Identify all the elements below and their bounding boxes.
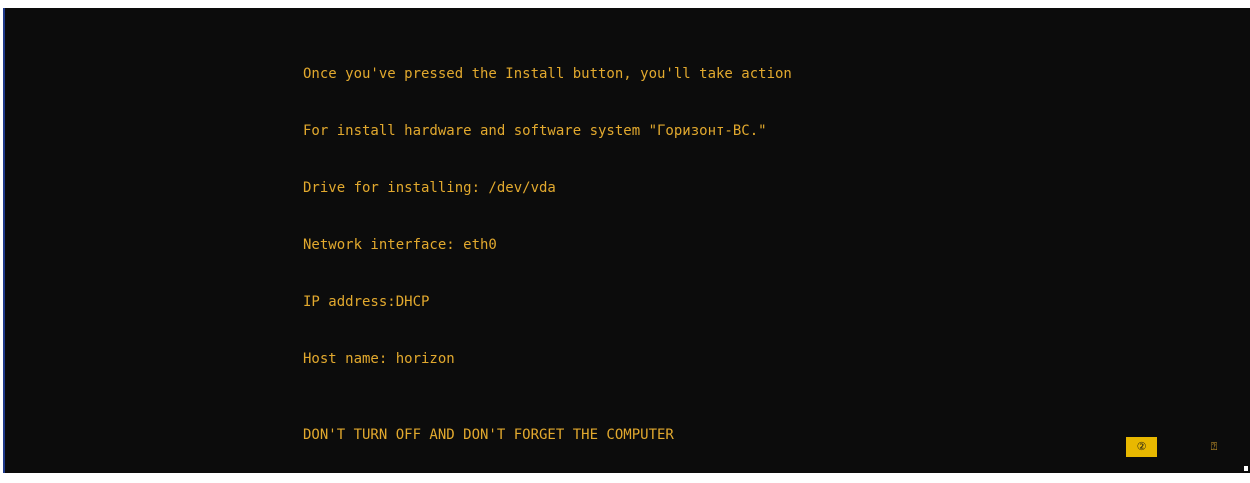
info-line-system-name: For install hardware and software system… bbox=[303, 123, 767, 139]
info-line-drive: Drive for installing: /dev/vda bbox=[303, 180, 556, 196]
unknown-glyph-button[interactable]: ⍰ bbox=[1206, 437, 1222, 457]
info-line-ip-address: IP address:DHCP bbox=[303, 294, 430, 310]
info-line-host-name: Host name: horizon bbox=[303, 351, 455, 367]
console-window: Once you've pressed the Install button, … bbox=[3, 8, 1250, 473]
resize-grip[interactable] bbox=[1244, 466, 1248, 471]
help-button[interactable]: ② bbox=[1126, 437, 1157, 457]
screen: Once you've pressed the Install button, … bbox=[0, 0, 1250, 473]
warning-message: DON'T TURN OFF AND DON'T FORGET THE COMP… bbox=[303, 427, 674, 443]
info-line-network-interface: Network interface: eth0 bbox=[303, 237, 497, 253]
info-line-install-action: Once you've pressed the Install button, … bbox=[303, 66, 792, 82]
install-info-text: Once you've pressed the Install button, … bbox=[303, 27, 792, 483]
